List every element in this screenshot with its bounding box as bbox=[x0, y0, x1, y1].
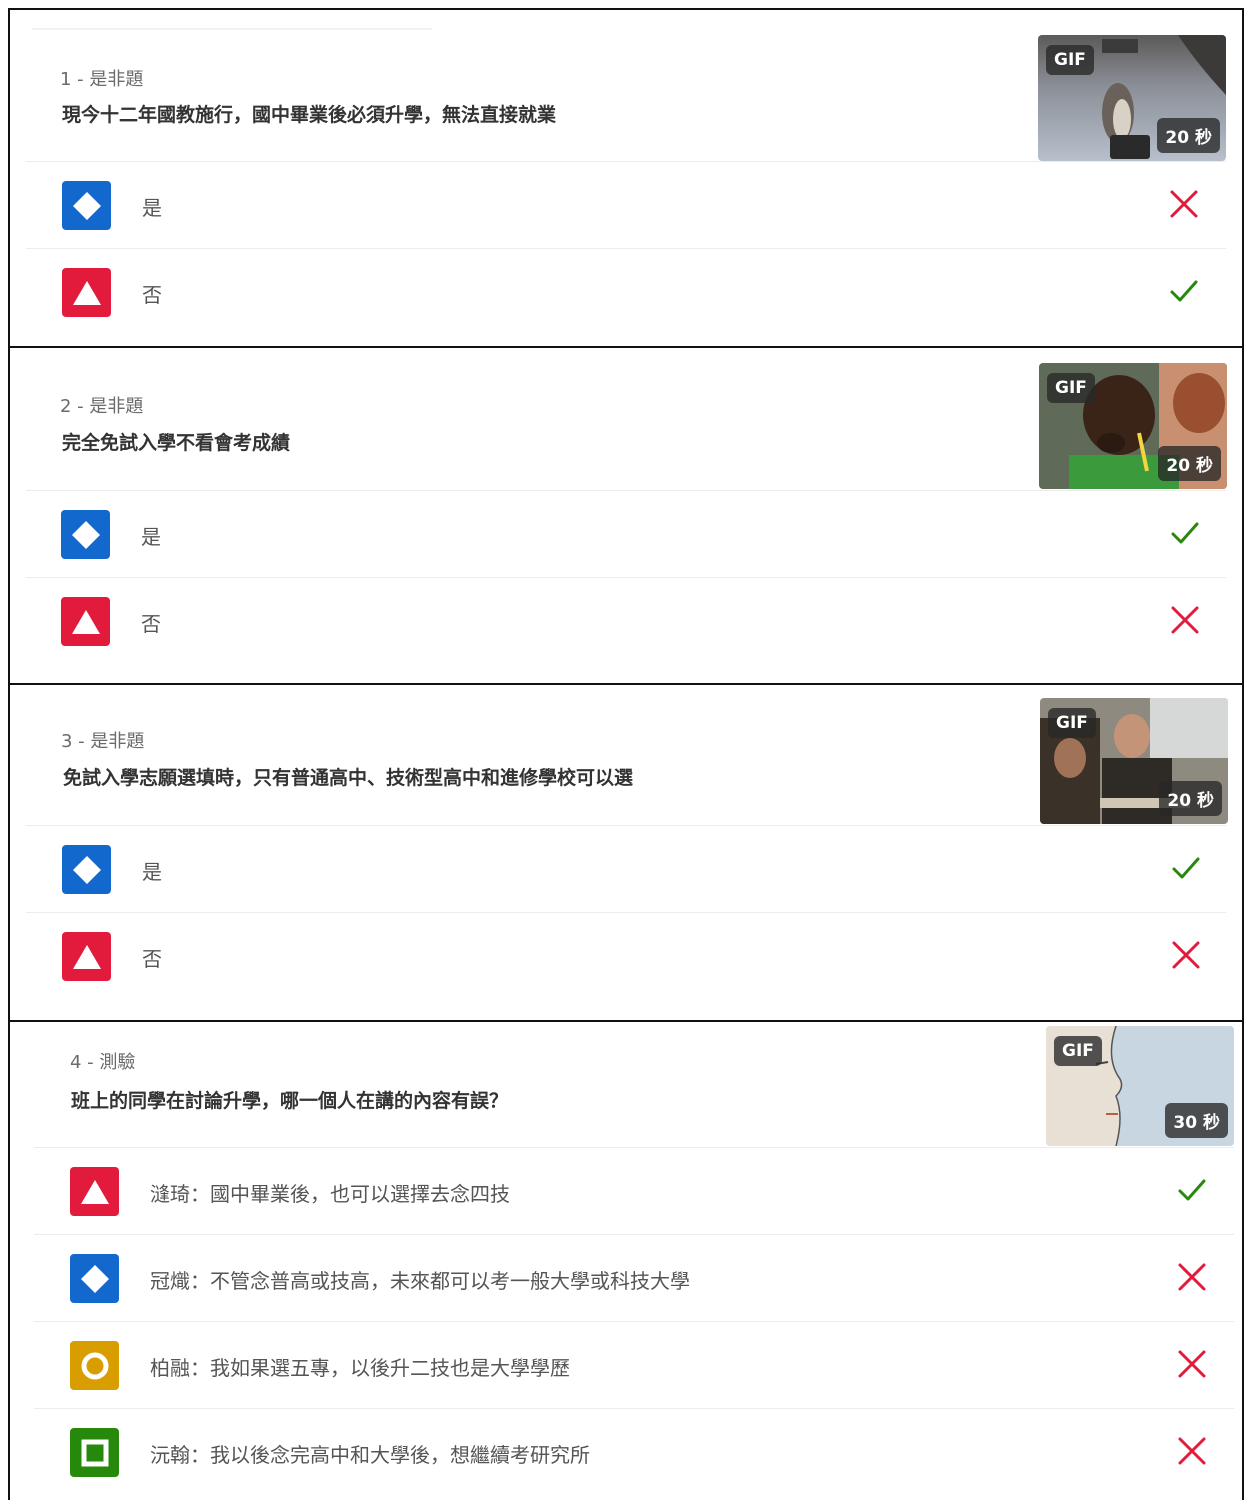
question-card-1: 1 - 是非題 現今十二年國教施行，國中畢業後必須升學，無法直接就業 GIF 2… bbox=[8, 8, 1244, 348]
incorrect-x-icon bbox=[1178, 1437, 1206, 1465]
answer-text: 否 bbox=[142, 283, 162, 307]
correct-check-icon bbox=[1172, 857, 1200, 879]
time-limit-badge: 20 秒 bbox=[1157, 118, 1220, 153]
diamond-shape-icon bbox=[61, 510, 110, 559]
circle-shape-icon bbox=[70, 1341, 119, 1390]
question-title: 班上的同學在討論升學，哪一個人在講的內容有誤？ bbox=[71, 1090, 509, 1112]
answer-text: 是 bbox=[142, 196, 162, 220]
correct-check-icon bbox=[1170, 280, 1198, 302]
diamond-shape-icon bbox=[62, 181, 111, 230]
gif-badge: GIF bbox=[1046, 45, 1094, 75]
question-type: 1 - 是非題 bbox=[60, 69, 144, 90]
answer-text: 否 bbox=[141, 612, 161, 636]
answer-text: 沅翰：我以後念完高中和大學後，想繼續考研究所 bbox=[150, 1443, 590, 1467]
incorrect-x-icon bbox=[1170, 190, 1198, 218]
diamond-shape-icon bbox=[62, 845, 111, 894]
answer-text: 是 bbox=[141, 525, 161, 549]
triangle-shape-icon bbox=[62, 932, 111, 981]
incorrect-x-icon bbox=[1172, 941, 1200, 969]
incorrect-x-icon bbox=[1171, 606, 1199, 634]
question-card-4: 4 - 測驗 班上的同學在討論升學，哪一個人在講的內容有誤？ GIF 30 秒 … bbox=[8, 1020, 1244, 1500]
answer-text: 冠熾：不管念普高或技高，未來都可以考一般大學或科技大學 bbox=[150, 1269, 690, 1293]
triangle-shape-icon bbox=[61, 597, 110, 646]
question-card-2: 2 - 是非題 完全免試入學不看會考成績 GIF 20 秒 是 否 bbox=[8, 346, 1244, 685]
diamond-shape-icon bbox=[70, 1254, 119, 1303]
question-title: 免試入學志願選填時，只有普通高中、技術型高中和進修學校可以選 bbox=[63, 767, 634, 789]
time-limit-badge: 20 秒 bbox=[1159, 781, 1222, 816]
square-shape-icon bbox=[70, 1428, 119, 1477]
question-gif-thumbnail[interactable]: GIF 20 秒 bbox=[1040, 698, 1228, 824]
question-gif-thumbnail[interactable]: GIF 20 秒 bbox=[1039, 363, 1227, 489]
question-type: 2 - 是非題 bbox=[60, 396, 144, 417]
answer-row: 否 bbox=[26, 913, 1226, 999]
question-title: 現今十二年國教施行，國中畢業後必須升學，無法直接就業 bbox=[62, 104, 557, 126]
answer-text: 漨琦：國中畢業後，也可以選擇去念四技 bbox=[150, 1182, 510, 1206]
answer-row: 是 bbox=[26, 162, 1226, 248]
answer-text: 柏融：我如果選五專，以後升二技也是大學學歷 bbox=[150, 1356, 570, 1380]
answer-row: 是 bbox=[26, 826, 1226, 912]
answer-row: 沅翰：我以後念完高中和大學後，想繼續考研究所 bbox=[34, 1409, 1234, 1495]
answer-row: 漨琦：國中畢業後，也可以選擇去念四技 bbox=[34, 1148, 1234, 1234]
quiz-summary-page: 1 - 是非題 現今十二年國教施行，國中畢業後必須升學，無法直接就業 GIF 2… bbox=[0, 0, 1245, 1500]
incorrect-x-icon bbox=[1178, 1263, 1206, 1291]
question-card-3: 3 - 是非題 免試入學志願選填時，只有普通高中、技術型高中和進修學校可以選 G… bbox=[8, 683, 1244, 1022]
correct-check-icon bbox=[1178, 1179, 1206, 1201]
gif-badge: GIF bbox=[1047, 373, 1095, 403]
question-gif-thumbnail[interactable]: GIF 20 秒 bbox=[1038, 35, 1226, 161]
divider bbox=[32, 28, 432, 30]
gif-badge: GIF bbox=[1054, 1036, 1102, 1066]
question-title: 完全免試入學不看會考成績 bbox=[62, 432, 291, 454]
question-type: 4 - 測驗 bbox=[70, 1052, 136, 1073]
answer-row: 否 bbox=[26, 578, 1226, 664]
answer-row: 是 bbox=[26, 491, 1226, 577]
question-type: 3 - 是非題 bbox=[61, 731, 145, 752]
answer-text: 否 bbox=[142, 947, 162, 971]
answer-row: 冠熾：不管念普高或技高，未來都可以考一般大學或科技大學 bbox=[34, 1235, 1234, 1321]
time-limit-badge: 20 秒 bbox=[1158, 446, 1221, 481]
incorrect-x-icon bbox=[1178, 1350, 1206, 1378]
gif-badge: GIF bbox=[1048, 708, 1096, 738]
time-limit-badge: 30 秒 bbox=[1165, 1103, 1228, 1138]
triangle-shape-icon bbox=[70, 1167, 119, 1216]
answer-row: 否 bbox=[26, 249, 1226, 335]
answer-text: 是 bbox=[142, 860, 162, 884]
triangle-shape-icon bbox=[62, 268, 111, 317]
question-gif-thumbnail[interactable]: GIF 30 秒 bbox=[1046, 1026, 1234, 1146]
correct-check-icon bbox=[1171, 522, 1199, 544]
answer-row: 柏融：我如果選五專，以後升二技也是大學學歷 bbox=[34, 1322, 1234, 1408]
